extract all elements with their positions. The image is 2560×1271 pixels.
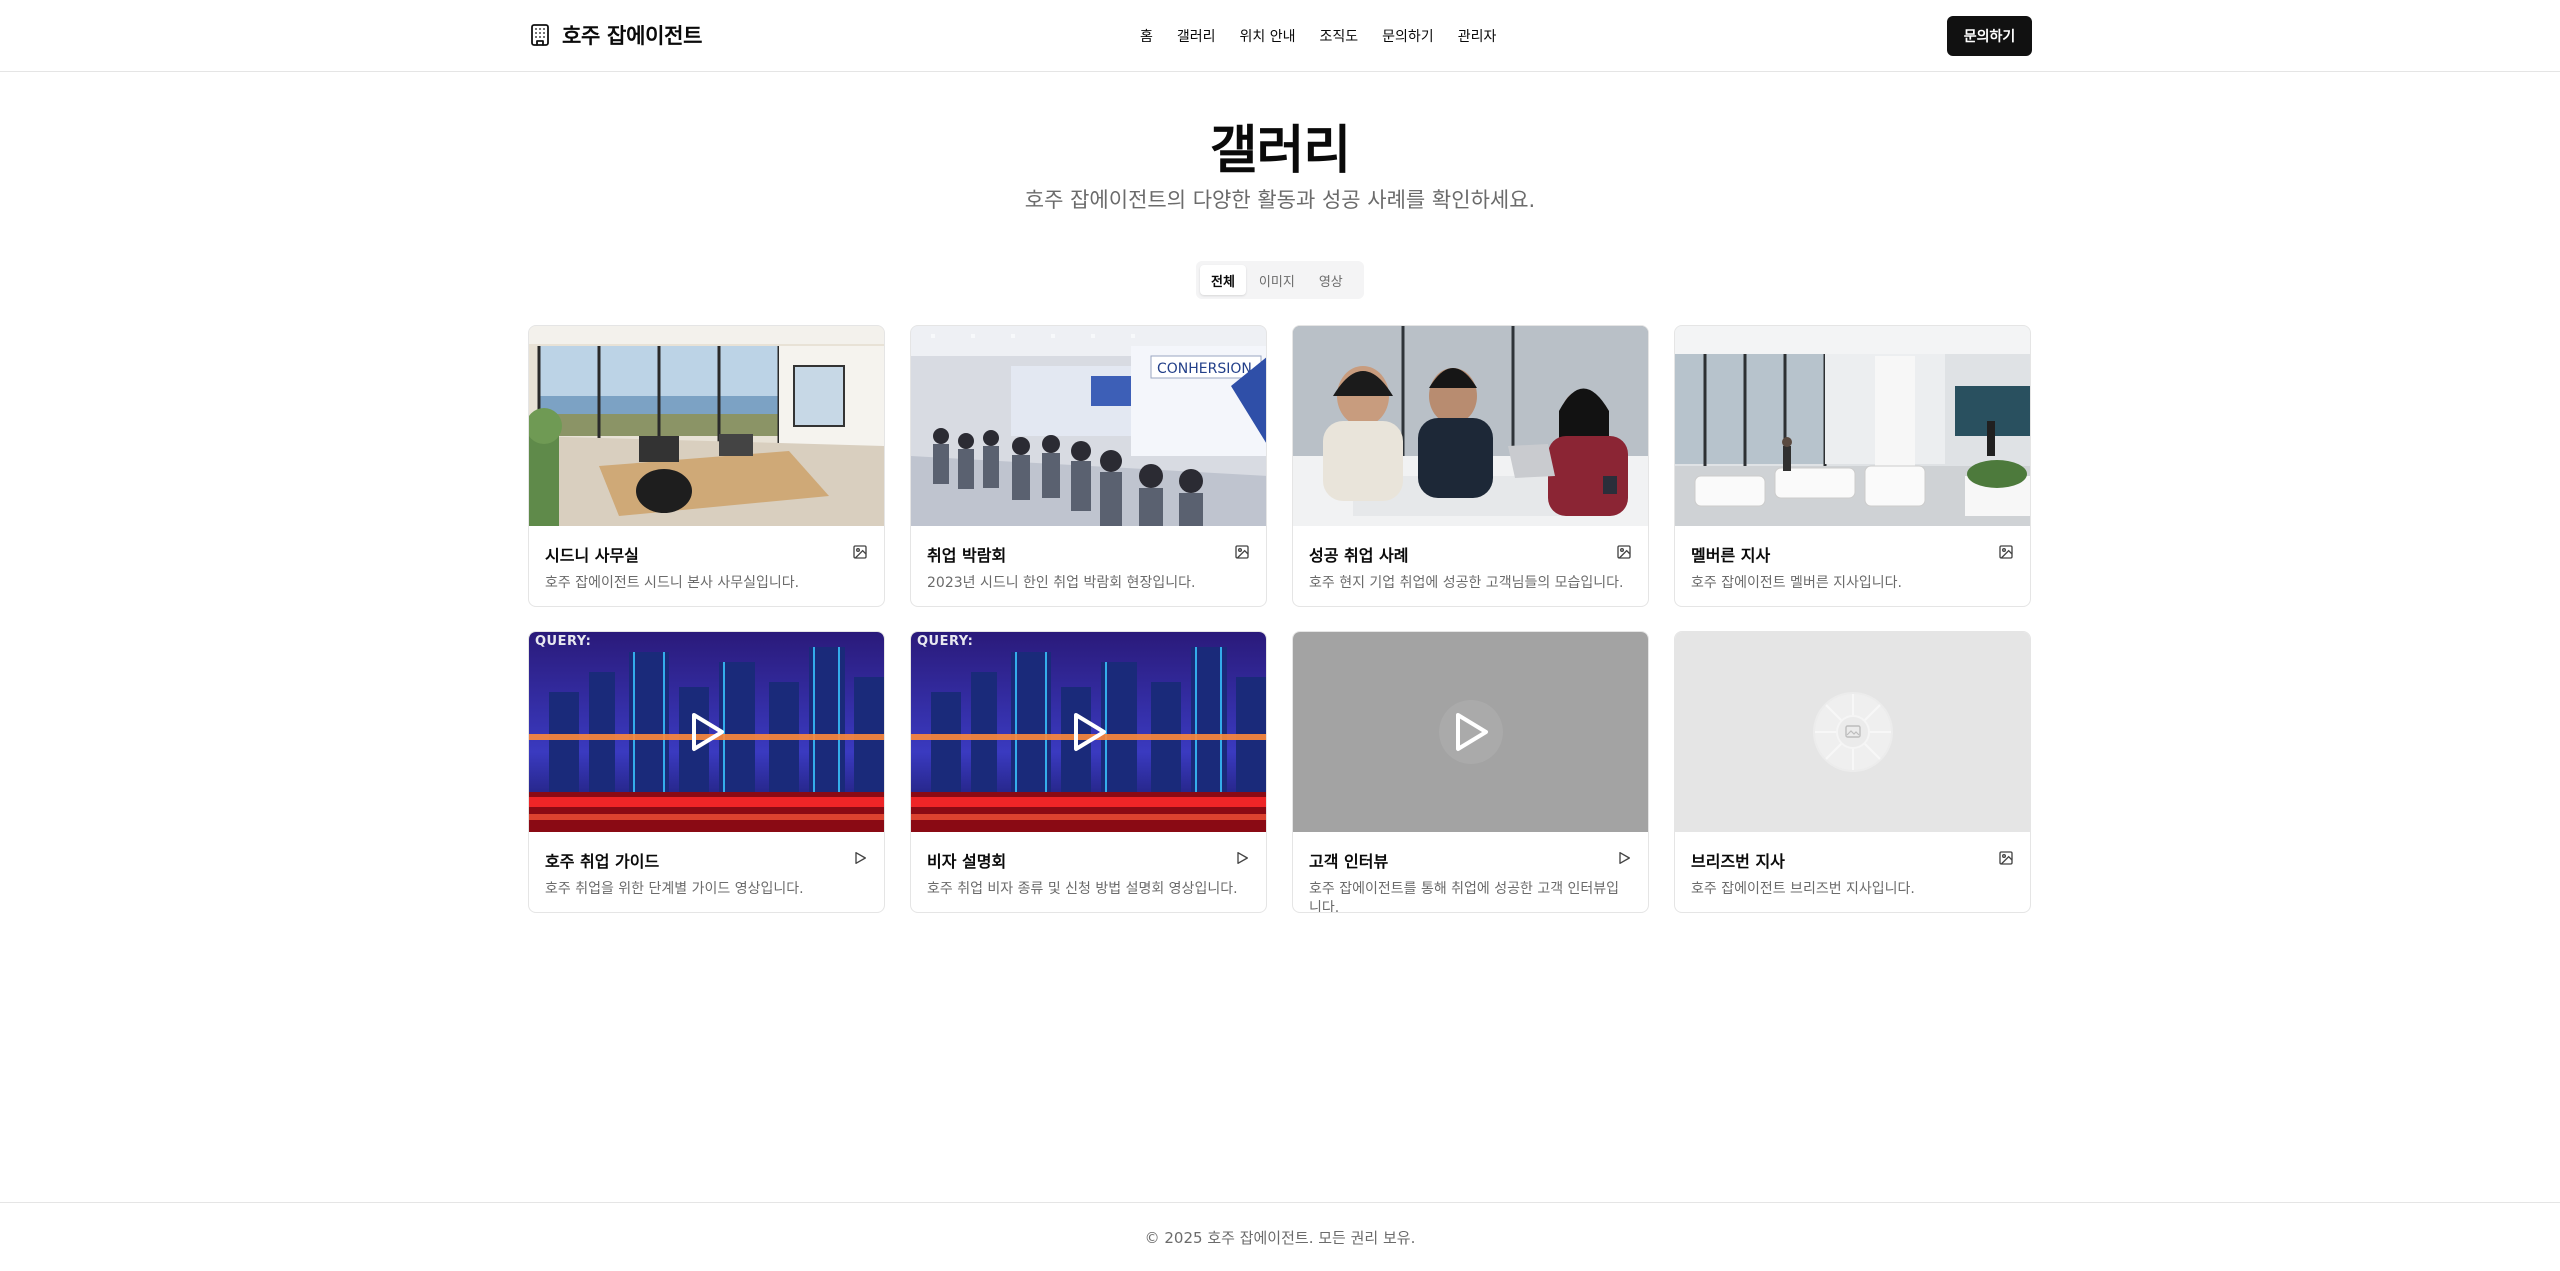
gallery-card-brisbane-branch[interactable]: 브리즈번 지사 호주 잡에이전트 브리즈번 지사입니다. bbox=[1674, 631, 2031, 913]
image-icon bbox=[1998, 544, 2014, 560]
placeholder-image-icon bbox=[1812, 692, 1893, 772]
city-night-video-thumb: QUERY: bbox=[529, 632, 884, 832]
image-icon bbox=[1998, 850, 2014, 866]
tab-videos[interactable]: 영상 bbox=[1308, 265, 1354, 295]
card-description: 호주 취업 비자 종류 및 신청 방법 설명회 영상입니다. bbox=[927, 881, 1238, 897]
gallery-card-customer-interview-video[interactable]: 고객 인터뷰 호주 잡에이전트를 통해 취업에 성공한 고객 인터뷰입니다. bbox=[1292, 631, 1649, 913]
brand-name: 호주 잡에이전트 bbox=[562, 24, 703, 48]
nav-home[interactable]: 홈 bbox=[1140, 26, 1153, 46]
play-icon bbox=[1234, 850, 1250, 866]
card-title: 시드니 사무실 bbox=[545, 546, 639, 565]
nav-admin[interactable]: 관리자 bbox=[1458, 26, 1497, 46]
office-photo bbox=[529, 326, 884, 526]
play-icon bbox=[1616, 850, 1632, 866]
site-footer: © 2025 호주 잡에이전트. 모든 권리 보유. bbox=[0, 1202, 2560, 1271]
nav-location[interactable]: 위치 안내 bbox=[1240, 26, 1296, 46]
play-icon bbox=[852, 850, 868, 866]
nav-gallery[interactable]: 갤러리 bbox=[1177, 26, 1216, 46]
image-icon bbox=[1234, 544, 1250, 560]
gallery-grid: 시드니 사무실 호주 잡에이전트 시드니 본사 사무실입니다. CONHERSI… bbox=[528, 325, 2032, 913]
card-description: 호주 취업을 위한 단계별 가이드 영상입니다. bbox=[545, 881, 804, 897]
card-title: 호주 취업 가이드 bbox=[545, 852, 660, 871]
card-description: 호주 현지 기업 취업에 성공한 고객님들의 모습입니다. bbox=[1309, 575, 1624, 591]
video-query-label: QUERY: bbox=[917, 634, 974, 649]
job-fair-photo: CONHERSION bbox=[911, 326, 1266, 526]
play-button[interactable] bbox=[1057, 700, 1121, 764]
page-subtitle: 호주 잡에이전트의 다양한 활동과 성공 사례를 확인하세요. bbox=[1024, 188, 1536, 212]
booth-sign: CONHERSION bbox=[1157, 361, 1252, 377]
nav-organization[interactable]: 조직도 bbox=[1320, 26, 1359, 46]
image-icon bbox=[1616, 544, 1632, 560]
card-description: 호주 잡에이전트를 통해 취업에 성공한 고객 인터뷰입니다. bbox=[1309, 881, 1620, 913]
city-night-video-thumb: QUERY: bbox=[911, 632, 1266, 832]
nav-contact[interactable]: 문의하기 bbox=[1382, 26, 1434, 46]
lobby-photo bbox=[1675, 326, 2030, 526]
gallery-card-melbourne-branch[interactable]: 멜버른 지사 호주 잡에이전트 멜버른 지사입니다. bbox=[1674, 325, 2031, 607]
card-title: 비자 설명회 bbox=[927, 852, 1007, 871]
gallery-card-sydney-office[interactable]: 시드니 사무실 호주 잡에이전트 시드니 본사 사무실입니다. bbox=[528, 325, 885, 607]
tab-images[interactable]: 이미지 bbox=[1248, 265, 1306, 295]
placeholder-image bbox=[1675, 632, 2030, 832]
site-header: 호주 잡에이전트 홈 갤러리 위치 안내 조직도 문의하기 관리자 문의하기 bbox=[0, 0, 2560, 72]
card-description: 호주 잡에이전트 멜버른 지사입니다. bbox=[1691, 575, 1902, 591]
gallery-filter-tabs: 전체 이미지 영상 bbox=[1196, 261, 1364, 299]
gallery-card-visa-seminar-video[interactable]: QUERY: 비자 설명회 호주 취업 비자 종류 및 신청 방법 설명회 영상… bbox=[910, 631, 1267, 913]
main-nav: 홈 갤러리 위치 안내 조직도 문의하기 관리자 bbox=[1140, 24, 1496, 48]
card-description: 호주 잡에이전트 브리즈번 지사입니다. bbox=[1691, 881, 1915, 897]
card-title: 고객 인터뷰 bbox=[1309, 852, 1389, 871]
card-title: 브리즈번 지사 bbox=[1691, 852, 1785, 871]
gallery-card-job-guide-video[interactable]: QUERY: 호주 취업 가이드 호주 취업을 위한 단계별 가이드 영상입니다… bbox=[528, 631, 885, 913]
play-button[interactable] bbox=[675, 700, 739, 764]
brand-logo-link[interactable]: 호주 잡에이전트 bbox=[528, 20, 702, 50]
play-button[interactable] bbox=[1438, 700, 1503, 764]
meeting-photo bbox=[1293, 326, 1648, 526]
page-title: 갤러리 bbox=[1209, 121, 1352, 181]
card-title: 취업 박람회 bbox=[927, 546, 1007, 565]
grey-video-thumb bbox=[1293, 632, 1648, 832]
copyright-text: © 2025 호주 잡에이전트. 모든 권리 보유. bbox=[1144, 1229, 1416, 1247]
video-query-label: QUERY: bbox=[535, 634, 592, 649]
card-title: 성공 취업 사례 bbox=[1309, 546, 1409, 565]
building-icon bbox=[528, 23, 552, 47]
image-icon bbox=[852, 544, 868, 560]
gallery-card-job-fair[interactable]: CONHERSION 취업 박람회 2023년 시드니 한인 취업 박람회 현장… bbox=[910, 325, 1267, 607]
card-description: 2023년 시드니 한인 취업 박람회 현장입니다. bbox=[927, 575, 1196, 591]
contact-button[interactable]: 문의하기 bbox=[1947, 16, 2032, 56]
card-title: 멜버른 지사 bbox=[1691, 546, 1771, 565]
card-description: 호주 잡에이전트 시드니 본사 사무실입니다. bbox=[545, 575, 800, 591]
gallery-card-success-story[interactable]: 성공 취업 사례 호주 현지 기업 취업에 성공한 고객님들의 모습입니다. bbox=[1292, 325, 1649, 607]
tab-all[interactable]: 전체 bbox=[1200, 265, 1246, 295]
